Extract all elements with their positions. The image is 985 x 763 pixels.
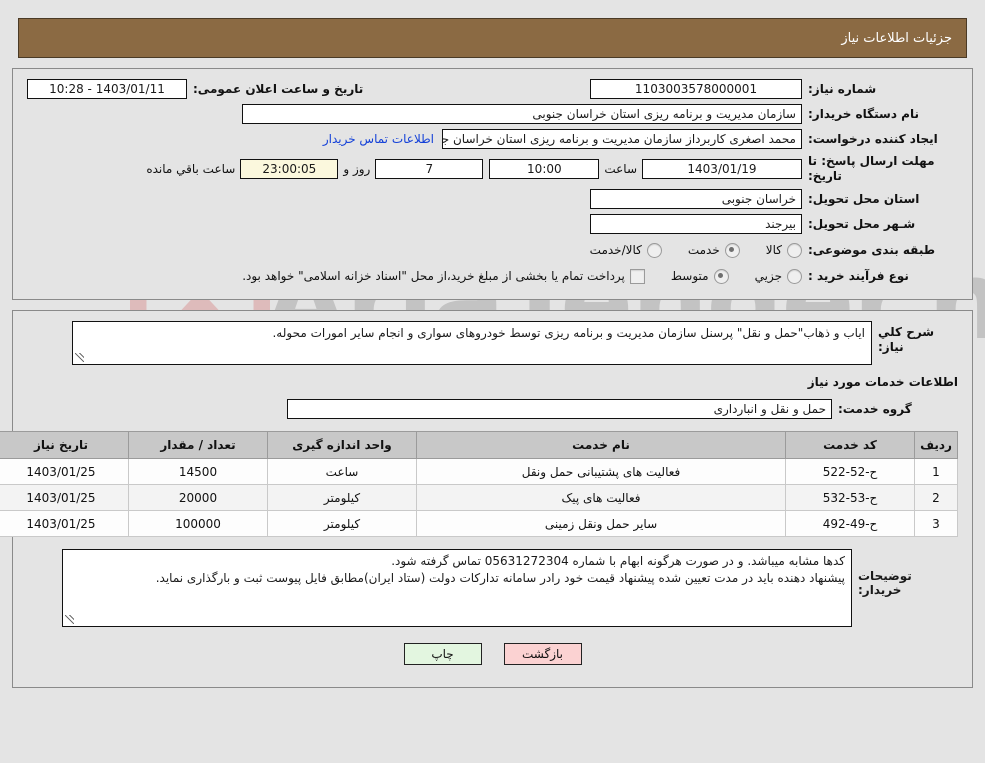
row-delivery-province: استان محل تحویل: خراسان جنوبی [27,189,958,209]
province-label: استان محل تحویل: [808,191,920,206]
deadline-time-value: 10:00 [489,159,600,179]
announce-value: 1403/01/11 - 10:28 [27,79,187,99]
table-header-service-name: نام خدمت [416,431,786,459]
cell-service-name: فعالیت های پیک [416,484,786,511]
buyer-org-label: نام دستگاه خریدار: [808,106,919,121]
buyer-contact-link[interactable]: اطلاعات تماس خریدار [315,132,442,146]
cell-service-name: سایر حمل ونقل زمینی [416,510,786,537]
need-number-value: 1103003578000001 [590,79,802,99]
cell-service-name: فعالیت های پشتیبانی حمل ونقل [416,458,786,485]
treasury-bonds-label: پرداخت تمام یا بخشی از مبلغ خرید،از محل … [242,269,625,283]
category-label: طبقه بندی موضوعی: [808,242,936,257]
category-option-kala[interactable]: کالا [765,242,802,258]
row-delivery-city: شـهر محل تحویل: بیرجند [27,214,958,234]
cell-service-code: ح-53-532 [785,484,915,511]
category-option-kala-label: کالا [765,243,782,257]
cell-need-date: 1403/01/25 [0,510,129,537]
radio-icon-jozi[interactable] [787,268,802,284]
deadline-label: مهلت ارسال پاسخ: تا تاریخ: [808,154,935,183]
table-header-quantity: تعداد / مقدار [128,431,268,459]
cell-row-index: 2 [914,484,958,511]
need-desc-label: شرح کلي نياز: [878,325,935,354]
radio-icon-motevaset[interactable] [713,268,729,284]
category-option-khedmat[interactable]: خدمت [687,242,740,258]
row-need-number: شماره نیاز: 1103003578000001 تاریخ و ساع… [27,79,958,99]
row-response-deadline: مهلت ارسال پاسخ: تا تاریخ: 1403/01/19 سا… [27,154,958,184]
service-details-panel: شرح کلي نياز: ایاب و ذهاب"حمل و نقل" پرس… [0,310,973,688]
announce-label: تاریخ و ساعت اعلان عمومی: [193,81,364,96]
process-option-jozi[interactable]: جزیي [754,268,802,284]
process-option-motevaset[interactable]: متوسط [670,268,729,284]
page-title: جزئیات اطلاعات نیاز [841,30,952,46]
service-group-label: گروه خدمت: [838,401,912,416]
row-buyer-org: نام دستگاه خریدار: سازمان مدیریت و برنام… [27,104,958,124]
cell-quantity: 20000 [128,484,268,511]
table-header-need-date: تاریخ نیاز [0,431,129,459]
table-header-service-code: کد خدمت [785,431,915,459]
cell-row-index: 3 [914,510,958,537]
radio-icon-kala[interactable] [787,242,802,258]
need-info-panel: شماره نیاز: 1103003578000001 تاریخ و ساع… [12,68,973,300]
radio-icon-kala-khedmat[interactable] [646,242,662,258]
buyer-notes-value: کدها مشابه میباشد. و در صورت هرگونه ابها… [62,549,852,627]
page-root: جزئیات اطلاعات نیاز شماره نیاز: 11030035… [0,18,985,688]
cell-unit: کیلومتر [267,510,417,537]
row-service-group: گروه خدمت: حمل و نقل و انبارداری [27,399,958,419]
city-value: بیرجند [590,214,802,234]
cell-quantity: 14500 [128,458,268,485]
deadline-date-value: 1403/01/19 [642,159,802,179]
row-request-creator: ایجاد کننده درخواست: محمد اصغری کاربرداز… [27,129,958,149]
remaining-suffix-label: ساعت باقي مانده [146,162,236,176]
province-value: خراسان جنوبی [590,189,802,209]
table-row: 1 ح-52-522 فعالیت های پشتیبانی حمل ونقل … [0,458,958,485]
table-row: 2 ح-53-532 فعالیت های پیک کیلومتر 20000 … [0,484,958,511]
buyer-notes-label: توضیحات خریدار: [858,569,912,597]
creator-value: محمد اصغری کاربرداز سازمان مدیریت و برنا… [442,129,802,149]
hour-label: ساعت [604,162,637,176]
city-label: شـهر محل تحویل: [808,216,916,231]
process-label: نوع فرآیند خرید : [808,268,909,283]
category-option-kala-khedmat-label: کالا/خدمت [589,243,642,257]
cell-row-index: 1 [914,458,958,485]
cell-service-code: ح-49-492 [785,510,915,537]
remaining-clock-value: 23:00:05 [240,159,339,179]
category-option-kala-khedmat[interactable]: کالا/خدمت [589,242,662,258]
cell-quantity: 100000 [128,510,268,537]
checkbox-icon-treasury-bonds[interactable] [629,268,645,284]
services-section-title: اطلاعات خدمات مورد نیاز [807,375,958,389]
service-group-value: حمل و نقل و انبارداری [287,399,832,419]
process-option-jozi-label: جزیي [754,269,782,283]
radio-icon-khedmat[interactable] [724,242,740,258]
cell-need-date: 1403/01/25 [0,484,129,511]
services-table: ردیف کد خدمت نام خدمت واحد اندازه گیری ت… [0,431,958,537]
table-header-row: ردیف کد خدمت نام خدمت واحد اندازه گیری ت… [0,431,958,459]
process-option-motevaset-label: متوسط [670,269,709,283]
buyer-org-value: سازمان مدیریت و برنامه ریزی استان خراسان… [242,104,802,124]
row-need-description: شرح کلي نياز: ایاب و ذهاب"حمل و نقل" پرس… [27,321,958,365]
back-button[interactable]: بازگشت [503,643,582,665]
need-number-label: شماره نیاز: [808,81,877,96]
table-header-unit: واحد اندازه گیری [267,431,417,459]
action-button-bar: بازگشت چاپ [27,643,958,677]
treasury-bonds-checkbox-row[interactable]: پرداخت تمام یا بخشی از مبلغ خرید،از محل … [242,268,645,284]
cell-unit: ساعت [267,458,417,485]
page-header: جزئیات اطلاعات نیاز [18,18,967,58]
remaining-days-value: 7 [375,159,484,179]
cell-service-code: ح-52-522 [785,458,915,485]
row-purchase-process: نوع فرآیند خرید : جزیي متوسط پرداخت تمام… [27,265,958,287]
need-desc-value: ایاب و ذهاب"حمل و نقل" پرسنل سازمان مدیر… [72,321,872,365]
cell-need-date: 1403/01/25 [0,458,129,485]
days-and-label: روز و [343,162,371,176]
table-row: 3 ح-49-492 سایر حمل ونقل زمینی کیلومتر 1… [0,510,958,537]
cell-unit: کیلومتر [267,484,417,511]
row-subject-category: طبقه بندی موضوعی: کالا خدمت کالا/خدمت [27,239,958,261]
category-option-khedmat-label: خدمت [687,243,720,257]
row-buyer-notes: توضیحات خریدار: کدها مشابه میباشد. و در … [27,549,958,627]
creator-label: ایجاد کننده درخواست: [808,131,938,146]
print-button[interactable]: چاپ [403,643,482,665]
table-header-row-index: ردیف [914,431,958,459]
